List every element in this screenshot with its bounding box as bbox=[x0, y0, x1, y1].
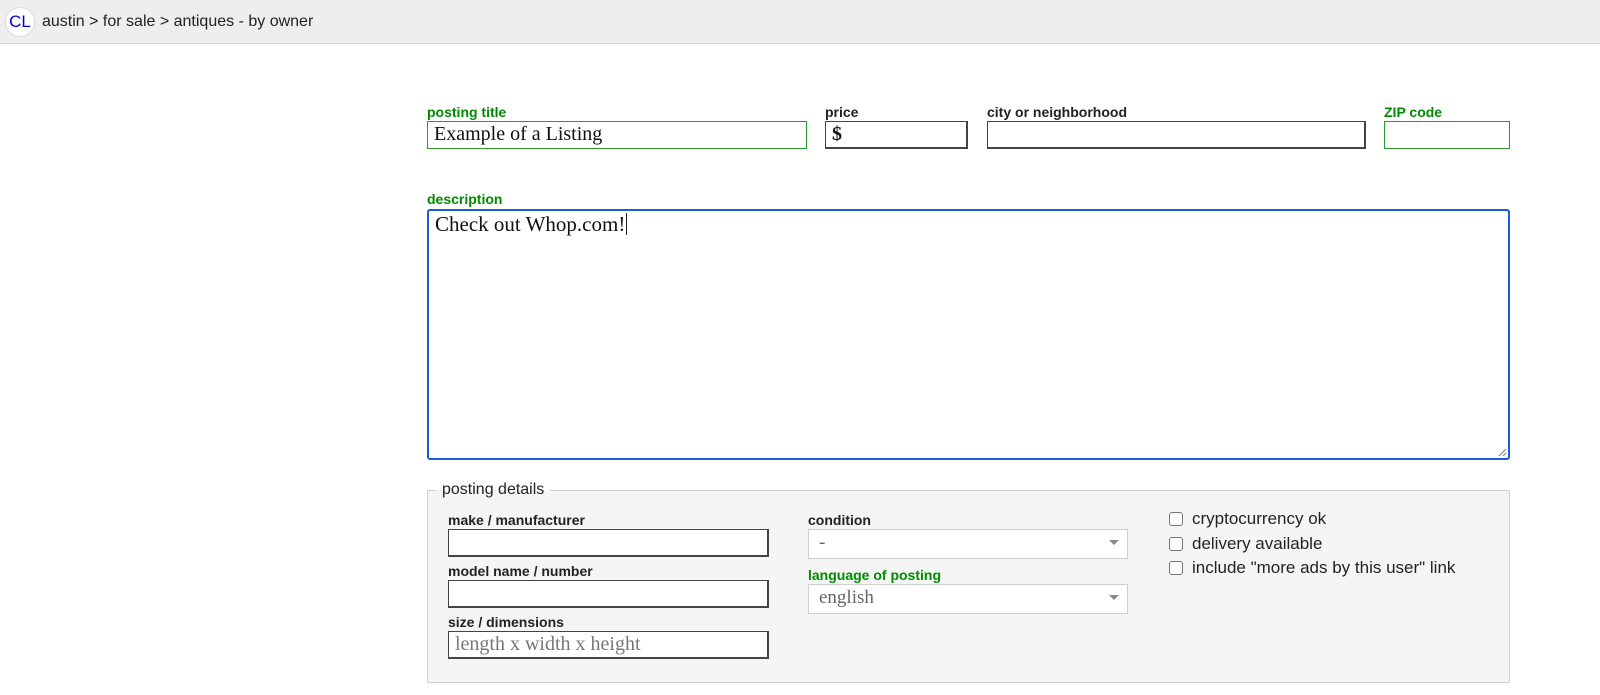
language-label: language of posting bbox=[808, 567, 941, 583]
description-textarea[interactable]: Check out Whop.com! bbox=[427, 209, 1510, 460]
dropdown-arrow-icon bbox=[1109, 540, 1119, 545]
zip-input[interactable] bbox=[1384, 121, 1510, 149]
posting-title-label: posting title bbox=[427, 104, 507, 120]
model-label: model name / number bbox=[448, 563, 593, 579]
checkbox-more-ads[interactable]: include "more ads by this user" link bbox=[1169, 558, 1455, 578]
text-caret bbox=[626, 213, 628, 235]
checkbox-icon[interactable] bbox=[1169, 537, 1183, 551]
checkbox-label: delivery available bbox=[1192, 534, 1323, 553]
checkbox-icon[interactable] bbox=[1169, 561, 1183, 575]
checkbox-delivery[interactable]: delivery available bbox=[1169, 534, 1322, 554]
city-input[interactable] bbox=[987, 121, 1366, 149]
breadcrumb: austin > for sale > antiques - by owner bbox=[42, 12, 314, 30]
language-select[interactable]: english bbox=[808, 584, 1128, 614]
condition-selected-value: - bbox=[819, 532, 826, 553]
price-input[interactable]: $ bbox=[825, 121, 968, 149]
craigslist-logo[interactable]: CL bbox=[5, 6, 35, 37]
zip-label: ZIP code bbox=[1384, 104, 1443, 120]
posting-details-legend: posting details bbox=[436, 480, 551, 500]
top-bar: CL austin > for sale > antiques - by own… bbox=[0, 0, 1600, 44]
posting-title-input[interactable]: Example of a Listing bbox=[427, 121, 807, 149]
condition-label: condition bbox=[808, 512, 871, 528]
make-label: make / manufacturer bbox=[448, 512, 585, 528]
resize-handle-icon[interactable] bbox=[1498, 448, 1507, 457]
checkbox-label: include "more ads by this user" link bbox=[1192, 558, 1456, 577]
city-label: city or neighborhood bbox=[987, 104, 1127, 120]
description-label: description bbox=[427, 191, 503, 207]
checkbox-icon[interactable] bbox=[1169, 512, 1183, 526]
language-selected-value: english bbox=[819, 587, 874, 608]
dropdown-arrow-icon bbox=[1109, 595, 1119, 600]
description-text: Check out Whop.com! bbox=[435, 212, 626, 236]
size-input[interactable]: length x width x height bbox=[448, 631, 769, 659]
price-label: price bbox=[825, 104, 859, 120]
make-input[interactable] bbox=[448, 529, 769, 557]
condition-select[interactable]: - bbox=[808, 529, 1128, 559]
size-label: size / dimensions bbox=[448, 614, 564, 630]
checkbox-label: cryptocurrency ok bbox=[1192, 509, 1327, 528]
model-input[interactable] bbox=[448, 580, 769, 608]
checkbox-cryptocurrency[interactable]: cryptocurrency ok bbox=[1169, 509, 1326, 529]
